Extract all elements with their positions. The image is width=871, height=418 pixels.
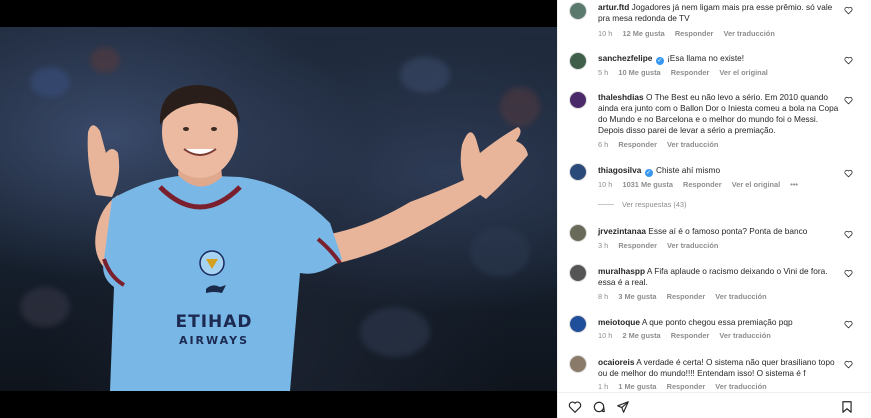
comment-username[interactable]: ocaioreis <box>598 357 634 367</box>
reply-button[interactable]: Responder <box>675 29 714 38</box>
translate-link[interactable]: Ver traducción <box>719 331 770 340</box>
avatar[interactable] <box>569 163 587 181</box>
reply-button[interactable]: Responder <box>671 68 710 77</box>
comment-username[interactable]: muralhaspp <box>598 266 645 276</box>
comment-time: 10 h <box>598 29 613 38</box>
comment-meta: 10 h 1031 Me gusta Responder Ver el orig… <box>598 180 806 189</box>
comment-likes[interactable]: 2 Me gusta <box>622 331 660 340</box>
comment-time: 6 h <box>598 140 609 149</box>
verified-badge-icon: ✓ <box>644 169 653 177</box>
translate-link[interactable]: Ver traducción <box>715 292 766 301</box>
comment-meta: 5 h 10 Me gusta Responder Ver el origina… <box>598 68 776 77</box>
comment-text-block: jrvezintanaa Esse aí é o famoso ponta? P… <box>598 226 838 237</box>
translate-link[interactable]: Ver traducción <box>667 241 718 250</box>
heart-icon[interactable] <box>844 6 853 15</box>
heart-icon[interactable] <box>844 320 853 329</box>
post-media: ETIHAD AIRWAYS <box>0 0 557 418</box>
avatar[interactable] <box>569 264 587 282</box>
comment-text-block: thiagosilva ✓ Chiste ahí mismo <box>598 165 838 177</box>
post-action-bar <box>558 392 871 418</box>
comment-likes[interactable]: 12 Me gusta <box>622 29 664 38</box>
translate-link[interactable]: Ver traducción <box>667 140 718 149</box>
comment-username[interactable]: thiagosilva <box>598 165 641 175</box>
comment-body: A verdade é certa! O sistema não quer br… <box>598 357 835 378</box>
heart-icon[interactable] <box>844 96 853 105</box>
heart-icon[interactable] <box>568 400 582 414</box>
comment-body: A que ponto chegou essa premiação pqp <box>641 317 793 327</box>
more-options-icon[interactable]: ••• <box>790 180 798 189</box>
avatar[interactable] <box>569 2 587 20</box>
avatar[interactable] <box>569 224 587 242</box>
comment-time: 1 h <box>598 382 609 391</box>
jersey-sponsor: ETIHAD <box>175 312 253 332</box>
avatar[interactable] <box>569 355 587 373</box>
see-original-link[interactable]: Ver el original <box>732 180 780 189</box>
share-icon[interactable] <box>616 400 630 414</box>
comment-username[interactable]: artur.ftd <box>598 2 629 12</box>
comment-text-block: thaleshdias O The Best eu não levo a sér… <box>598 92 846 136</box>
comment-meta: 6 h Responder Ver traducción <box>598 140 726 149</box>
post-photo[interactable]: ETIHAD AIRWAYS <box>0 27 557 391</box>
comment-meta: 8 h 3 Me gusta Responder Ver traducción <box>598 292 775 301</box>
reply-button[interactable]: Responder <box>667 292 706 301</box>
comment-likes[interactable]: 3 Me gusta <box>618 292 656 301</box>
comment-time: 10 h <box>598 180 613 189</box>
comment-list[interactable]: artur.ftd Jogadores já nem ligam mais pr… <box>558 0 871 392</box>
comment-body: Esse aí é o famoso ponta? Ponta de banco <box>648 226 808 236</box>
translate-link[interactable]: Ver traducción <box>715 382 766 391</box>
verified-badge-icon: ✓ <box>655 57 664 65</box>
heart-icon[interactable] <box>844 230 853 239</box>
comment-likes[interactable]: 10 Me gusta <box>618 68 660 77</box>
comment-text-block: meiotoque A que ponto chegou essa premia… <box>598 317 838 328</box>
comment-meta: 1 h 1 Me gusta Responder Ver traducción <box>598 382 775 391</box>
comment-meta: 3 h Responder Ver traducción <box>598 241 726 250</box>
comment-text-block: muralhaspp A Fifa aplaude o racismo deix… <box>598 266 838 288</box>
reply-button[interactable]: Responder <box>683 180 722 189</box>
comment-body: Chiste ahí mismo <box>655 165 721 175</box>
reply-button[interactable]: Responder <box>667 382 706 391</box>
comment-text-block: artur.ftd Jogadores já nem ligam mais pr… <box>598 2 838 24</box>
comment-text-block: sanchezfelipe ✓ ¡Esa llama no existe! <box>598 53 838 65</box>
comment-username[interactable]: meiotoque <box>598 317 640 327</box>
translate-link[interactable]: Ver traducción <box>724 29 775 38</box>
comment-icon[interactable] <box>592 400 606 414</box>
heart-icon[interactable] <box>844 360 853 369</box>
reply-button[interactable]: Responder <box>618 140 657 149</box>
reply-button[interactable]: Responder <box>671 331 710 340</box>
avatar[interactable] <box>569 91 587 109</box>
heart-icon[interactable] <box>844 56 853 65</box>
comment-username[interactable]: jrvezintanaa <box>598 226 646 236</box>
comment-time: 5 h <box>598 68 609 77</box>
heart-icon[interactable] <box>844 169 853 178</box>
view-replies-link[interactable]: Ver respuestas (43) <box>598 200 687 209</box>
jersey-sponsor-sub: AIRWAYS <box>178 334 250 347</box>
comment-time: 3 h <box>598 241 609 250</box>
comment-body: ¡Esa llama no existe! <box>667 53 745 63</box>
comment-time: 8 h <box>598 292 609 301</box>
player-figure <box>87 85 528 391</box>
see-original-link[interactable]: Ver el original <box>719 68 767 77</box>
avatar[interactable] <box>569 52 587 70</box>
comment-meta: 10 h 2 Me gusta Responder Ver traducción <box>598 331 779 340</box>
reply-button[interactable]: Responder <box>618 241 657 250</box>
comments-panel: artur.ftd Jogadores já nem ligam mais pr… <box>557 0 871 418</box>
comment-likes[interactable]: 1 Me gusta <box>618 382 656 391</box>
comment-time: 10 h <box>598 331 613 340</box>
heart-icon[interactable] <box>844 269 853 278</box>
comment-username[interactable]: thaleshdias <box>598 92 644 102</box>
comment-username[interactable]: sanchezfelipe <box>598 53 652 63</box>
comment-text-block: ocaioreis A verdade é certa! O sistema n… <box>598 357 838 379</box>
comment-likes[interactable]: 1031 Me gusta <box>622 180 673 189</box>
comment-meta: 10 h 12 Me gusta Responder Ver traducció… <box>598 29 783 38</box>
avatar[interactable] <box>569 315 587 333</box>
bookmark-icon[interactable] <box>840 400 854 414</box>
comment-body: Jogadores já nem ligam mais pra esse prê… <box>598 2 833 23</box>
